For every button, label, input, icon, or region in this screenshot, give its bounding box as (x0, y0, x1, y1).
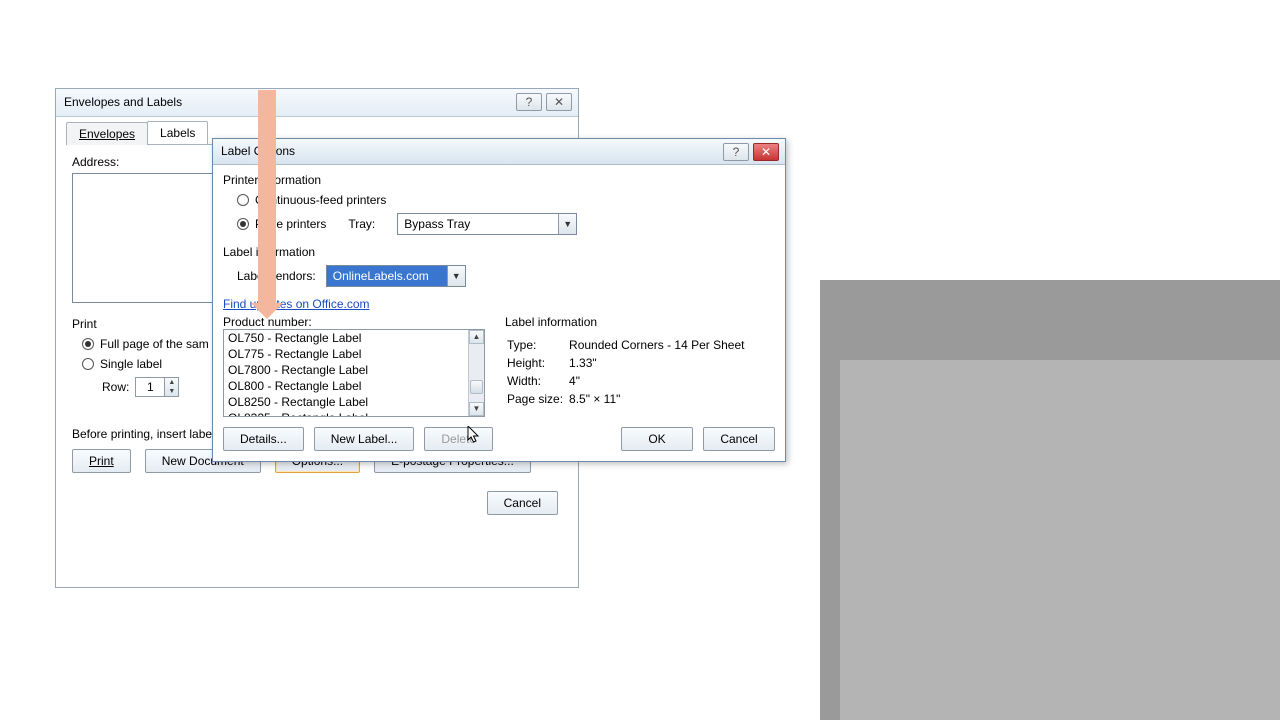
radio-full-page-label: Full page of the sam (100, 337, 209, 351)
instruction-arrow (258, 90, 276, 305)
dialog1-close-button[interactable]: ✕ (546, 93, 572, 111)
list-item[interactable]: OL8250 - Rectangle Label (224, 394, 468, 410)
list-item[interactable]: OL7800 - Rectangle Label (224, 362, 468, 378)
vendor-value: OnlineLabels.com (327, 266, 447, 286)
chevron-down-icon[interactable]: ▼ (558, 214, 576, 234)
dialog1-help-button[interactable]: ? (516, 93, 542, 111)
product-listbox[interactable]: OL750 - Rectangle Label OL775 - Rectangl… (223, 329, 485, 417)
printer-info-heading: Printer information (223, 173, 775, 187)
tray-value: Bypass Tray (398, 214, 558, 234)
label-options-dialog: Label Options ? ✕ Printer information Co… (212, 138, 786, 462)
tray-label: Tray: (348, 217, 375, 231)
list-item[interactable]: OL8325 - Rectangle Label (224, 410, 468, 416)
radio-single-label[interactable] (82, 358, 94, 370)
radio-full-page[interactable] (82, 338, 94, 350)
list-item[interactable]: OL800 - Rectangle Label (224, 378, 468, 394)
dialog2-cancel-button[interactable]: Cancel (703, 427, 775, 451)
mouse-cursor-icon (467, 426, 481, 444)
scroll-up-icon[interactable]: ▲ (469, 330, 484, 344)
right-backdrop (820, 0, 1280, 720)
row-label: Row: (102, 380, 129, 394)
dialog1-cancel-button[interactable]: Cancel (487, 491, 558, 515)
dialog2-help-button[interactable]: ? (723, 143, 749, 161)
tray-combobox[interactable]: Bypass Tray ▼ (397, 213, 577, 235)
label-info-heading: Label information (223, 245, 775, 259)
details-button[interactable]: Details... (223, 427, 304, 451)
new-label-button[interactable]: New Label... (314, 427, 415, 451)
row-up-icon[interactable]: ▲ (165, 378, 178, 387)
tab-labels[interactable]: Labels (147, 121, 208, 144)
scroll-down-icon[interactable]: ▼ (469, 402, 484, 416)
vendor-combobox[interactable]: OnlineLabels.com ▼ (326, 265, 466, 287)
row-down-icon[interactable]: ▼ (165, 387, 178, 396)
list-scrollbar[interactable]: ▲ ▼ (468, 330, 484, 416)
vendor-label: Label vendors: (237, 269, 316, 283)
label-details-heading: Label information (505, 315, 775, 329)
print-button[interactable]: Print (72, 449, 131, 473)
chevron-down-icon[interactable]: ▼ (447, 266, 465, 286)
row-stepper[interactable]: ▲▼ (135, 377, 179, 397)
ok-button[interactable]: OK (621, 427, 693, 451)
radio-continuous-feed[interactable] (237, 194, 249, 206)
dialog1-title: Envelopes and Labels (64, 95, 182, 109)
dialog1-titlebar[interactable]: Envelopes and Labels ? ✕ (56, 89, 578, 117)
delete-button: Delete (424, 427, 493, 451)
tab-envelopes[interactable]: Envelopes (66, 122, 148, 145)
dialog2-close-button[interactable]: ✕ (753, 143, 779, 161)
dialog2-titlebar[interactable]: Label Options ? ✕ (213, 139, 785, 165)
scroll-thumb[interactable] (470, 380, 483, 394)
radio-single-label-text: Single label (100, 357, 162, 371)
updates-link[interactable]: Find updates on Office.com (223, 297, 370, 311)
radio-page-printers[interactable] (237, 218, 249, 230)
label-details-table: Type:Rounded Corners - 14 Per Sheet Heig… (505, 335, 750, 409)
row-input[interactable] (136, 378, 164, 396)
list-item[interactable]: OL750 - Rectangle Label (224, 330, 468, 346)
list-item[interactable]: OL775 - Rectangle Label (224, 346, 468, 362)
